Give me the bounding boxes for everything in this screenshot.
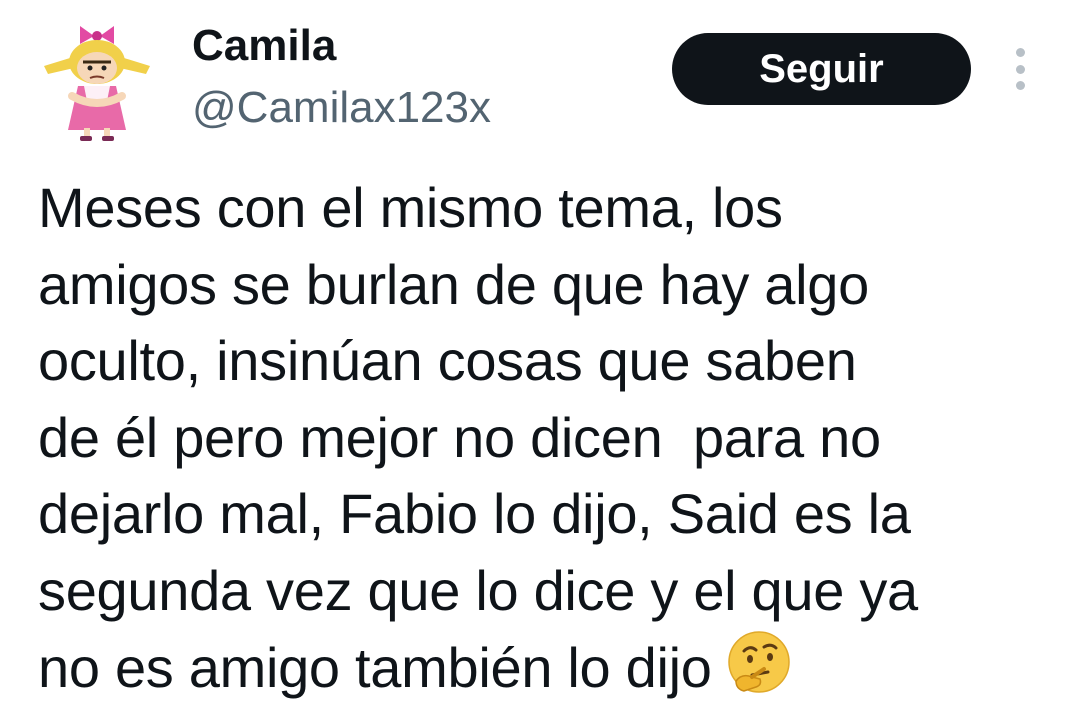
- follow-button[interactable]: Seguir: [672, 33, 971, 105]
- user-handle[interactable]: @Camilax123x: [192, 80, 491, 136]
- more-dot: [1015, 64, 1025, 74]
- thinking-face-icon: [726, 629, 792, 695]
- avatar-image: [44, 26, 150, 141]
- more-dot: [1015, 48, 1025, 57]
- avatar[interactable]: [40, 22, 152, 142]
- more-dot: [1015, 81, 1025, 90]
- tweet-header: Camila @Camilax123x Seguir: [0, 0, 1080, 160]
- tweet-text-content: Meses con el mismo tema, los amigos se b…: [38, 176, 918, 699]
- more-vertical-icon[interactable]: [1004, 48, 1036, 90]
- display-name[interactable]: Camila: [192, 18, 336, 74]
- tweet-text: Meses con el mismo tema, los amigos se b…: [38, 170, 1048, 707]
